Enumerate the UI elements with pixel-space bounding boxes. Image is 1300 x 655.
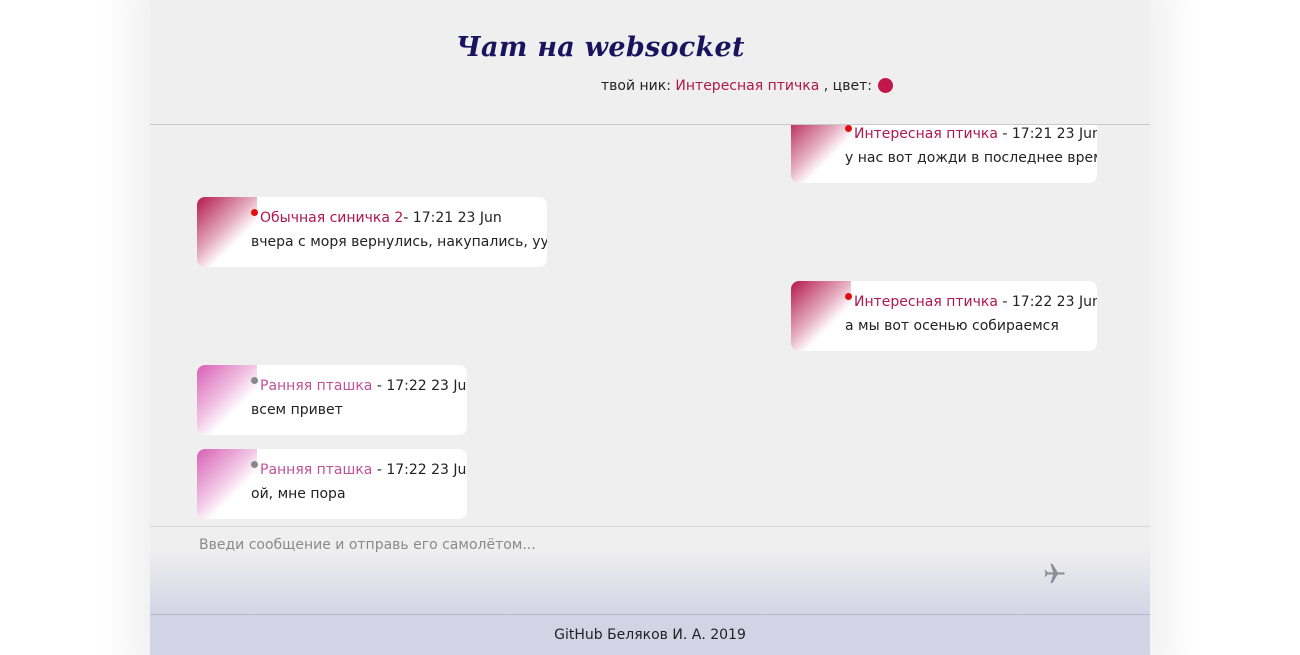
message-meta: Интересная птичка - 17:21 23 Jun [845, 125, 1097, 142]
message-author[interactable]: Ранняя пташка [260, 462, 372, 478]
avatar [197, 197, 257, 267]
message-text: у нас вот дожди в последнее время [845, 150, 1097, 166]
avatar [791, 281, 851, 351]
message-time: - 17:21 23 Jun [403, 210, 502, 226]
message-text: ой, мне пора [251, 486, 346, 502]
message-author[interactable]: Интересная птичка [854, 126, 998, 142]
page-footer: GitHub Беляков И. А. 2019 [150, 614, 1150, 655]
chat-header: Чат на websocket твой ник: Интересная пт… [150, 0, 1150, 125]
message-time: - 17:21 23 Jun [1002, 126, 1097, 142]
message-author[interactable]: Интересная птичка [854, 294, 998, 310]
user-color-swatch[interactable] [878, 78, 894, 93]
avatar [197, 365, 257, 435]
message-meta: Обычная синичка 2- 17:21 23 Jun [251, 209, 502, 226]
message-author[interactable]: Ранняя пташка [260, 378, 372, 394]
message-time: - 17:22 23 Jun [376, 462, 467, 478]
send-button[interactable] [1040, 560, 1070, 586]
user-info: твой ник: Интересная птичка , цвет: [601, 78, 894, 94]
status-dot [845, 125, 852, 132]
message-time: - 17:22 23 Jun [1002, 294, 1097, 310]
message-composer [150, 526, 1150, 615]
message-author[interactable]: Обычная синичка 2 [260, 210, 403, 226]
message-bubble: Интересная птичка - 17:22 23 Jun а мы во… [791, 281, 1097, 351]
chat-app: Чат на websocket твой ник: Интересная пт… [150, 0, 1150, 655]
status-dot [251, 209, 258, 216]
footer-text[interactable]: GitHub Беляков И. А. 2019 [554, 627, 746, 643]
user-nick: Интересная птичка [675, 78, 820, 94]
message-meta: Ранняя пташка - 17:22 23 Jun [251, 377, 467, 394]
status-dot [845, 293, 852, 300]
message-bubble: Обычная синичка 2- 17:21 23 Jun вчера с … [197, 197, 547, 267]
message-bubble: Интересная птичка - 17:21 23 Jun у нас в… [791, 125, 1097, 183]
message-meta: Ранняя пташка - 17:22 23 Jun [251, 461, 467, 478]
message-time: - 17:22 23 Jun [376, 378, 467, 394]
status-dot [251, 377, 258, 384]
nick-prefix: твой ник: [601, 78, 671, 94]
color-label: , цвет: [823, 78, 872, 94]
message-bubble: Ранняя пташка - 17:22 23 Jun всем привет [197, 365, 467, 435]
message-input[interactable] [197, 533, 1061, 557]
message-bubble: Ранняя пташка - 17:22 23 Jun ой, мне пор… [197, 449, 467, 519]
airplane-icon [1044, 563, 1065, 584]
avatar [197, 449, 257, 519]
message-text: а мы вот осенью собираемся [845, 318, 1059, 334]
page-title: Чат на websocket [456, 32, 745, 63]
message-meta: Интересная птичка - 17:22 23 Jun [845, 293, 1097, 310]
avatar [791, 125, 851, 183]
message-list[interactable]: Интересная птичка - 17:21 23 Jun у нас в… [150, 125, 1150, 526]
status-dot [251, 461, 258, 468]
message-text: вчера с моря вернулись, накупались, ууух… [251, 234, 547, 250]
message-text: всем привет [251, 402, 343, 418]
